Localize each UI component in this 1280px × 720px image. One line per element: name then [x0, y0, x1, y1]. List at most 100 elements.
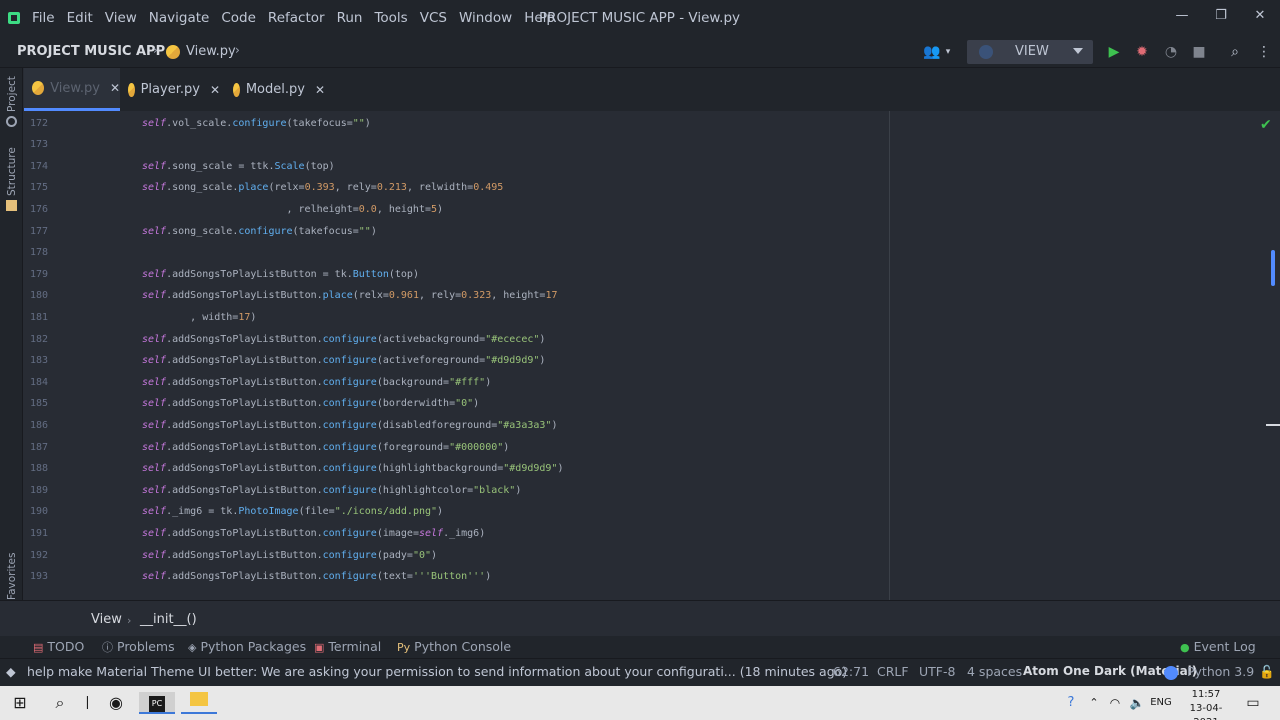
tab-model-py[interactable]: Model.py ✕ [233, 68, 325, 111]
code-line: self.song_scale.configure(takefocus="") [142, 225, 377, 237]
close-icon[interactable]: ✕ [110, 81, 120, 95]
todo-icon: ▤ [33, 641, 44, 654]
favorites-tool-button[interactable]: Favorites [6, 553, 18, 600]
terminal-icon: ▣ [314, 641, 325, 654]
chevron-down-icon [1073, 48, 1083, 54]
packages-icon: ◈ [188, 641, 197, 654]
coverage-icon[interactable]: ◔ [1161, 41, 1181, 63]
status-bar: ◆ help make Material Theme UI better: We… [0, 658, 1280, 686]
search-icon[interactable]: ⌕ [48, 692, 72, 714]
event-log-button[interactable]: ● Event Log [1180, 639, 1256, 654]
lock-icon[interactable]: 🔓 [1259, 664, 1275, 680]
menu-view[interactable]: View [105, 10, 137, 26]
material-theme-icon: ◆ [6, 664, 16, 679]
menu-edit[interactable]: Edit [67, 10, 93, 26]
file-explorer-taskbar-icon[interactable] [181, 692, 217, 714]
run-configuration-select[interactable]: VIEW [967, 40, 1093, 64]
todo-tool-button[interactable]: ▤ TODO [33, 639, 84, 654]
code-line: self.song_scale = ttk.Scale(top) [142, 160, 335, 172]
folder-icon [190, 692, 208, 706]
code-editor[interactable]: 1711721731741751761771781791801811821831… [24, 111, 1280, 600]
search-icon[interactable]: ⌕ [1225, 41, 1245, 63]
line-number: 175 [29, 182, 48, 194]
menu-tools[interactable]: Tools [374, 10, 407, 26]
breadcrumb-class[interactable]: View [91, 612, 122, 627]
line-number: 178 [29, 247, 48, 259]
code-line: self.addSongsToPlayListButton.configure(… [142, 484, 522, 496]
tab-view-py[interactable]: View.py ✕ [24, 68, 120, 111]
wifi-icon[interactable]: ◠ [1106, 692, 1124, 714]
line-number: 193 [29, 571, 48, 583]
menu-refactor[interactable]: Refactor [268, 10, 325, 26]
code-line: self._img6 = tk.PhotoImage(file="./icons… [142, 506, 444, 518]
project-icon [6, 116, 17, 127]
line-number: 173 [29, 139, 48, 151]
caret-position[interactable]: 62:71 [833, 664, 869, 679]
event-log-icon: ● [1180, 641, 1190, 654]
close-icon[interactable]: ✕ [315, 83, 325, 97]
menu-vcs[interactable]: VCS [420, 10, 447, 26]
line-separator[interactable]: CRLF [877, 664, 909, 679]
run-icon[interactable]: ▶ [1104, 41, 1124, 63]
help-icon[interactable]: ? [1061, 692, 1081, 714]
tool-label: TODO [47, 639, 85, 654]
clock-date[interactable]: 13-04-2021 [1178, 702, 1234, 720]
volume-icon[interactable]: 🔈 [1128, 692, 1146, 714]
scrollbar-thumb[interactable] [1271, 250, 1275, 286]
code-line: self.addSongsToPlayListButton.configure(… [142, 376, 492, 388]
line-number: 181 [29, 312, 48, 323]
menu-bar: File Edit View Navigate Code Refactor Ru… [0, 0, 1280, 36]
file-encoding[interactable]: UTF-8 [919, 664, 955, 679]
menu-window[interactable]: Window [459, 10, 512, 26]
editor-scrollbar[interactable]: ✔ [1254, 111, 1280, 600]
status-message[interactable]: help make Material Theme UI better: We a… [27, 664, 847, 679]
tool-window-bar: ▤ TODO ⓘ Problems ◈ Python Packages ▣ Termin… [0, 636, 1280, 658]
checkmark-icon: ✔ [1260, 117, 1272, 133]
project-tool-button[interactable]: Project [6, 76, 18, 112]
menu-code[interactable]: Code [221, 10, 256, 26]
task-view-icon[interactable]: ❘ [82, 692, 93, 714]
menu-file[interactable]: File [32, 10, 55, 26]
code-line: self.addSongsToPlayListButton.configure(… [142, 549, 438, 561]
minimize-button[interactable]: — [1168, 4, 1196, 28]
menu-navigate[interactable]: Navigate [149, 10, 210, 26]
chevron-down-icon[interactable]: ▾ [938, 41, 958, 63]
python-console-tool-button[interactable]: Py Python Console [397, 639, 511, 654]
language-indicator[interactable]: ENG [1148, 692, 1174, 714]
terminal-tool-button[interactable]: ▣ Terminal [314, 639, 381, 654]
indent-setting[interactable]: 4 spaces [967, 664, 1022, 679]
line-number: 190 [29, 506, 48, 518]
line-number-gutter: 1711721731741751761771781791801811821831… [24, 111, 114, 600]
breadcrumb-project[interactable]: PROJECT MUSIC APP [17, 44, 165, 59]
python-interpreter[interactable]: Python 3.9 [1187, 664, 1254, 679]
breadcrumb-method[interactable]: __init__() [140, 612, 197, 627]
chevron-up-icon[interactable]: ⌃ [1086, 692, 1102, 714]
notifications-icon[interactable]: ▭ [1243, 692, 1263, 714]
python-packages-tool-button[interactable]: ◈ Python Packages [188, 639, 306, 654]
menu-run[interactable]: Run [337, 10, 363, 26]
python-file-icon [166, 45, 180, 59]
line-number: 187 [29, 441, 48, 453]
code-line: self.addSongsToPlayListButton.configure(… [142, 441, 510, 453]
more-options-icon[interactable]: ⋮ [1254, 41, 1274, 63]
close-window-button[interactable]: ✕ [1246, 4, 1274, 28]
code-line: self.addSongsToPlayListButton.configure(… [142, 463, 564, 475]
debug-icon[interactable]: ✹ [1132, 41, 1152, 63]
browser-icon[interactable]: ◉ [104, 692, 128, 714]
line-number: 182 [29, 333, 48, 345]
tool-label: Event Log [1193, 639, 1256, 654]
problems-tool-button[interactable]: ⓘ Problems [102, 639, 175, 655]
chevron-right-icon: › [235, 43, 240, 57]
structure-tool-button[interactable]: Structure [6, 147, 18, 196]
pycharm-taskbar-icon[interactable]: PC [139, 692, 175, 714]
tab-player-py[interactable]: Player.py ✕ [128, 68, 220, 111]
line-number: 186 [29, 420, 48, 431]
python-file-icon [32, 81, 45, 95]
maximize-button[interactable]: ❐ [1207, 4, 1235, 28]
breadcrumb-file[interactable]: View.py [186, 44, 236, 59]
windows-start-icon[interactable]: ⊞ [8, 692, 32, 714]
close-icon[interactable]: ✕ [210, 83, 220, 97]
python-file-icon [128, 82, 135, 97]
stop-icon[interactable]: ■ [1189, 41, 1209, 63]
tool-label: Terminal [328, 639, 382, 654]
